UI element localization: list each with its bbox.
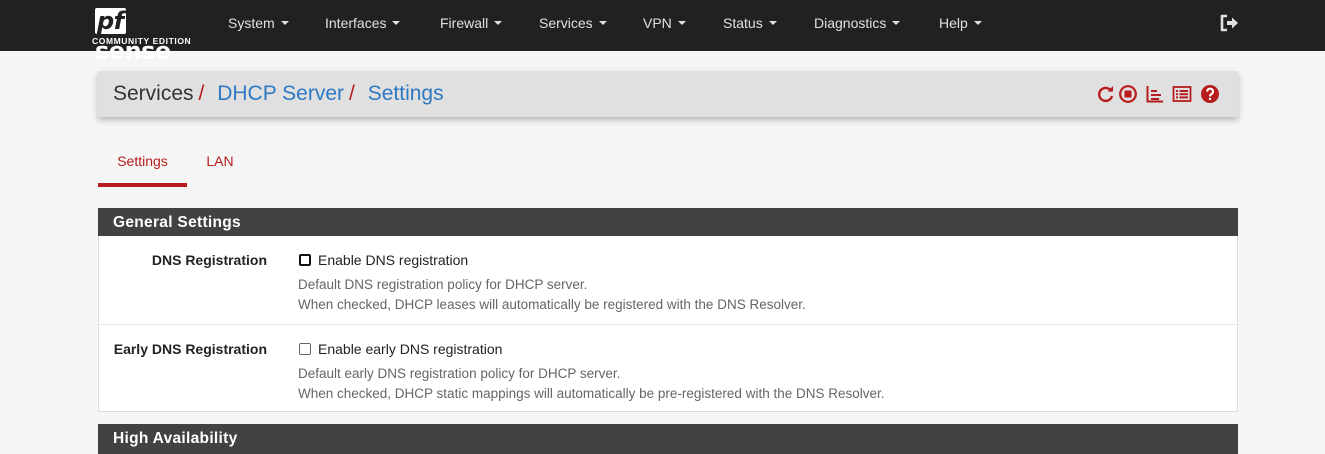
nav-menu-firewall[interactable]: Firewall [440,0,503,51]
early-dns-registration-checkbox-label[interactable]: Enable early DNS registration [318,340,502,358]
dns-registration-checkbox-label[interactable]: Enable DNS registration [318,251,468,269]
general-settings-header: General Settings [98,208,1238,237]
help-icon[interactable] [1200,84,1220,104]
nav-menu-label: Help [939,15,968,31]
caret-down-icon [973,21,982,26]
pfsense-logo[interactable]: pfsense COMMUNITY EDITION [92,6,200,65]
caret-down-icon [598,21,607,26]
dns-registration-help-line1: Default DNS registration policy for DHCP… [298,277,588,292]
log-icon[interactable] [1145,84,1165,104]
breadcrumb-settings-link[interactable]: Settings [368,82,444,105]
dns-registration-checkbox[interactable] [299,254,311,266]
caret-down-icon [392,21,401,26]
breadcrumb-path: Services / DHCP Server / Settings [113,71,444,117]
restart-icon[interactable] [1096,84,1116,104]
sign-out-icon[interactable] [1219,13,1239,33]
caret-down-icon [677,21,686,26]
early-dns-registration-checkbox[interactable] [299,343,311,355]
nav-menu-interfaces[interactable]: Interfaces [325,0,401,51]
early-dns-registration-row: Early DNS Registration Enable early DNS … [99,324,1237,412]
breadcrumb-root: Services [113,82,194,105]
nav-menu-label: Services [539,15,593,31]
caret-down-icon [280,21,289,26]
nav-menu-label: Diagnostics [814,15,887,31]
list-icon[interactable] [1172,84,1192,104]
stop-icon[interactable] [1118,84,1138,104]
nav-menu-diagnostics[interactable]: Diagnostics [814,0,901,51]
general-settings-body: DNS Registration Enable DNS registration… [98,236,1238,412]
nav-menu-system[interactable]: System [228,0,289,51]
breadcrumb-dhcp-server-link[interactable]: DHCP Server [217,82,344,105]
logo-pf: pf [95,7,126,35]
top-navbar: pfsense COMMUNITY EDITION System Interfa… [0,0,1325,65]
logo-edition: COMMUNITY EDITION [92,36,192,46]
high-availability-header: High Availability [98,424,1238,454]
nav-menu-label: System [228,15,275,31]
caret-down-icon [892,21,901,26]
dns-registration-label: DNS Registration [151,252,267,268]
nav-menu-services[interactable]: Services [539,0,607,51]
breadcrumb-tools [1096,84,1219,104]
dns-registration-row: DNS Registration Enable DNS registration… [99,236,1237,324]
breadcrumb-separator: / [349,82,355,105]
nav-menu-vpn[interactable]: VPN [643,0,686,51]
early-dns-registration-label: Early DNS Registration [113,341,267,357]
caret-down-icon [494,21,503,26]
caret-down-icon [768,21,777,26]
nav-menu-label: VPN [643,15,672,31]
early-dns-registration-help-line1: Default early DNS registration policy fo… [298,366,621,381]
nav-menu-label: Status [723,15,763,31]
nav-menu-label: Firewall [440,15,489,31]
early-dns-registration-help-line2: When checked, DHCP static mappings will … [298,386,885,401]
breadcrumb-separator: / [198,82,205,105]
nav-menu-label: Interfaces [325,15,387,31]
tab-settings[interactable]: Settings [98,140,187,187]
dns-registration-help-line2: When checked, DHCP leases will automatic… [298,297,806,312]
logo-wordmark: pfsense [95,6,200,65]
tab-lan[interactable]: LAN [194,140,246,187]
nav-menu-status[interactable]: Status [723,0,777,51]
nav-menu-help[interactable]: Help [939,0,982,51]
breadcrumb: Services / DHCP Server / Settings [98,71,1238,117]
